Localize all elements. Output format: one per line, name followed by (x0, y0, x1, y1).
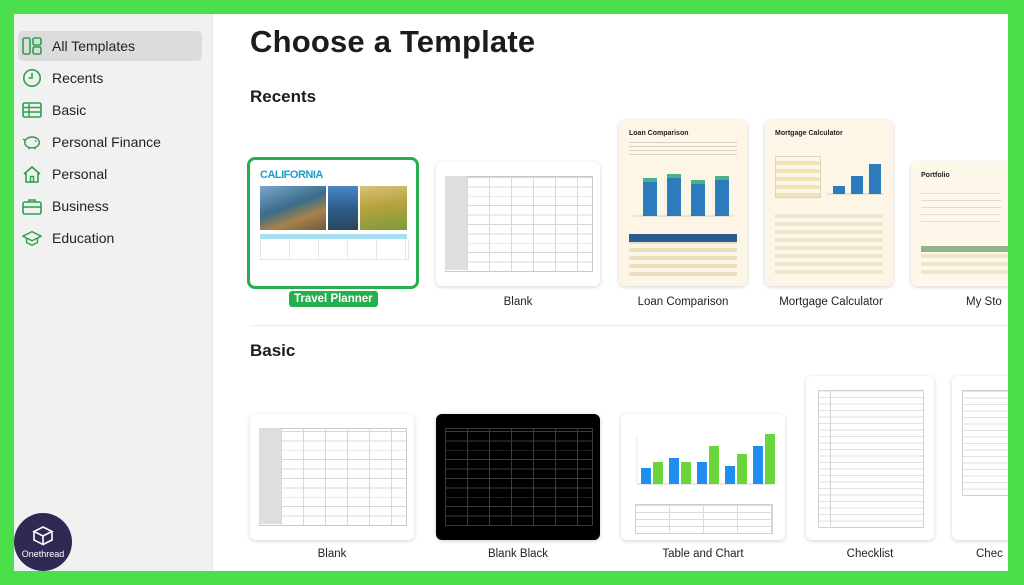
checkbox-column-divider (830, 390, 831, 526)
template-blank[interactable]: Blank (436, 162, 602, 312)
page-title: Choose a Template (250, 24, 536, 59)
piggy-bank-icon (22, 132, 42, 152)
row-header-column (445, 176, 467, 270)
thumbnail-heading: CALIFORNIA (260, 169, 323, 181)
sidebar-item-label: Personal Finance (52, 134, 161, 150)
template-checklist-total[interactable]: Chec (952, 376, 1008, 566)
template-thumbnail: Portfolio (911, 162, 1008, 286)
sample-table (635, 504, 773, 534)
cube-logo-icon (32, 526, 54, 546)
template-label: Blank (503, 296, 533, 308)
sidebar-item-label: Business (52, 198, 109, 214)
template-my-stocks[interactable]: Portfolio My Sto (911, 162, 1008, 312)
row-header-column (259, 428, 281, 524)
template-label: Checklist (846, 548, 894, 560)
sidebar-item-education[interactable]: Education (18, 223, 202, 253)
table-body (260, 239, 409, 260)
onethread-logo: Onethread (14, 513, 72, 571)
template-label: Blank (317, 548, 347, 560)
template-label: Blank Black (487, 548, 549, 560)
logo-text: Onethread (21, 549, 65, 559)
thumbnail-heading: Loan Comparison (629, 130, 689, 137)
template-thumbnail: CALIFORNIA (247, 157, 419, 289)
sidebar-item-recents[interactable]: Recents (18, 63, 202, 93)
amortization-table (775, 210, 883, 274)
template-chooser-window: All Templates Recents Basic Personal Fin… (14, 14, 1008, 571)
template-label: Travel Planner (289, 291, 378, 307)
template-label: My Sto (966, 296, 1002, 308)
sidebar-item-personal-finance[interactable]: Personal Finance (18, 127, 202, 157)
sidebar-item-personal[interactable]: Personal (18, 159, 202, 189)
template-thumbnail (436, 162, 600, 286)
mortgage-bar-chart (827, 164, 883, 195)
clock-icon (22, 68, 42, 88)
checklist-grid (818, 390, 924, 528)
photo-coast (260, 186, 326, 230)
section-heading-recents: Recents (250, 87, 317, 106)
photo-field (360, 186, 407, 230)
template-checklist[interactable]: Checklist (806, 376, 936, 566)
section-divider (250, 325, 1008, 326)
template-label: Mortgage Calculator (779, 296, 883, 308)
briefcase-icon (22, 196, 42, 216)
table-body (629, 242, 737, 276)
checklist-grid (962, 390, 1008, 496)
house-icon (22, 164, 42, 184)
text-lines (629, 140, 737, 158)
template-table-and-chart[interactable]: Table and Chart (621, 414, 787, 566)
template-label: Chec (976, 548, 1003, 560)
template-thumbnail: Mortgage Calculator (765, 120, 893, 286)
table-icon (22, 100, 42, 120)
sidebar-item-label: Education (52, 230, 115, 246)
template-thumbnail (621, 414, 785, 540)
template-thumbnail (250, 414, 414, 540)
grid-icon (22, 36, 42, 56)
sidebar: All Templates Recents Basic Personal Fin… (14, 14, 213, 571)
template-travel-planner[interactable]: CALIFORNIA Travel Planner (247, 157, 421, 312)
spreadsheet-grid (445, 176, 593, 272)
loan-bar-chart (633, 174, 733, 217)
sample-bar-chart (636, 434, 775, 485)
template-loan-comparison[interactable]: Loan Comparison Loan Comparison (619, 120, 749, 312)
table-body (921, 252, 1008, 274)
spreadsheet-grid (259, 428, 407, 526)
spreadsheet-grid (445, 428, 593, 526)
sidebar-item-all-templates[interactable]: All Templates (18, 31, 202, 61)
template-gallery: Choose a Template Recents CALIFORNIA Tra… (213, 14, 1008, 571)
input-table (775, 156, 821, 198)
template-label: Loan Comparison (637, 296, 729, 308)
template-thumbnail: Loan Comparison (619, 120, 747, 286)
thumbnail-heading: Portfolio (921, 172, 950, 179)
text-lines (921, 188, 1001, 228)
sidebar-item-business[interactable]: Business (18, 191, 202, 221)
thumbnail-heading: Mortgage Calculator (775, 130, 843, 137)
table-header-bar (629, 234, 737, 242)
sidebar-item-label: Recents (52, 70, 104, 86)
template-thumbnail (806, 376, 934, 540)
template-blank-black[interactable]: Blank Black (436, 414, 602, 566)
section-heading-basic: Basic (250, 341, 296, 360)
template-thumbnail (952, 376, 1008, 540)
template-label: Table and Chart (662, 548, 744, 560)
template-basic-blank[interactable]: Blank (250, 414, 416, 566)
sidebar-item-label: Basic (52, 102, 87, 118)
sidebar-item-label: All Templates (52, 38, 136, 54)
sidebar-item-label: Personal (52, 166, 108, 182)
template-mortgage-calculator[interactable]: Mortgage Calculator Mortgage Calculator (765, 120, 897, 312)
photo-lake (328, 186, 358, 230)
graduation-cap-icon (22, 228, 42, 248)
sidebar-item-basic[interactable]: Basic (18, 95, 202, 125)
template-thumbnail (436, 414, 600, 540)
